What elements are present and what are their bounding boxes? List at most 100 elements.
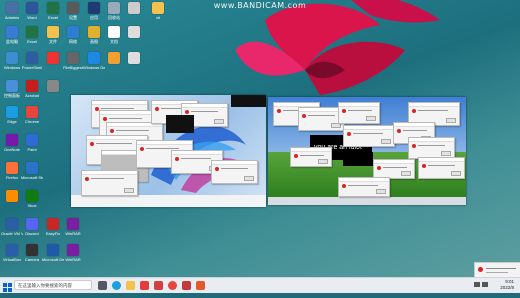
desktop-icon[interactable] [4,190,20,203]
volume-icon[interactable] [474,282,480,287]
app-icon [128,2,140,14]
desktop-icon[interactable]: Chrome [24,106,40,124]
store-icon[interactable] [140,281,149,290]
desktop-icon[interactable]: Microsoft Defender [42,244,64,262]
black-popup[interactable] [231,95,266,107]
desktop-icon-label: Chrome [24,119,40,124]
network-icon[interactable] [482,282,488,287]
app-icon[interactable] [196,281,205,290]
desktop-icon-label: OneNote [3,147,20,152]
desktop-icon-label: Oracle VM VirtualBox [1,231,23,236]
desktop-icon[interactable] [45,80,61,93]
desktop-icon-label: EasyFix [45,231,61,236]
desktop-icon[interactable]: Windows [4,52,20,70]
desktop-icon[interactable]: PowerShell [21,52,43,70]
desktop-icon-label: Xbox [27,203,37,208]
desktop-icon[interactable] [106,52,122,65]
app-icon [26,190,38,202]
desktop-icon-label: PowerShell [21,65,43,70]
desktop-icon[interactable]: xit [150,2,166,20]
desktop-icon[interactable]: Xbox [24,190,40,208]
desktop-icon[interactable]: 控制面板 [4,80,20,98]
desktop-icon[interactable]: VirtualBox [2,244,22,262]
taskbar-search-input[interactable]: 在这里输入你要搜索的内容 [14,280,92,290]
error-dialog[interactable] [211,160,258,184]
desktop-icon[interactable] [126,26,142,39]
desktop-icon[interactable]: Excel [45,2,61,20]
desktop-icon[interactable]: OneNote [4,134,20,152]
desktop-icon[interactable]: Acrobat [24,80,40,98]
desktop-icon[interactable]: WinRAR [65,244,81,262]
task-view-icon[interactable] [98,281,107,290]
app-icon [26,106,38,118]
desktop-icon[interactable]: 画图 [86,26,102,44]
error-dialog[interactable] [343,125,395,147]
right-vm-window[interactable]: you are an idiot [268,97,466,205]
desktop-icon-label: Discord [25,231,39,236]
error-dialog[interactable] [338,102,380,124]
desktop-icon[interactable]: 文档 [106,26,122,44]
desktop-icon-label: WinRAR [65,231,81,236]
notification-toast[interactable] [474,262,520,277]
error-dialog[interactable] [418,157,465,179]
desktop-icon-label: 控制面板 [4,93,20,98]
app-icon [128,52,140,64]
mail-icon[interactable] [154,281,163,290]
app-icon [67,26,79,38]
desktop-icon[interactable]: Microsoft Store [21,162,43,180]
desktop-icon-label: WinRAR [65,257,81,262]
app-icon [6,218,18,230]
desktop-icon[interactable]: FileBiggest [63,52,83,70]
error-dialog[interactable] [81,170,138,196]
error-dialog[interactable] [338,177,390,197]
app-icon [26,244,38,256]
desktop-icon-label: Windows Defender [83,65,105,70]
app-icon [6,26,18,38]
desktop-icon[interactable] [126,52,142,65]
app-icon [47,218,59,230]
desktop-icon-label: Microsoft Defender [42,257,64,262]
start-button[interactable] [2,280,13,292]
error-dialog[interactable] [290,147,332,167]
desktop-icon[interactable] [126,2,142,15]
desktop-icon[interactable]: Word [24,2,40,20]
black-popup[interactable] [343,152,373,166]
desktop-icon[interactable]: Camera [24,244,40,262]
error-dialog[interactable] [373,159,415,179]
desktop-icon[interactable]: EasyFix [45,218,61,236]
black-popup[interactable] [166,115,194,133]
app-icon [6,80,18,92]
desktop-icon[interactable] [45,52,61,65]
edge-icon[interactable] [112,281,121,290]
desktop-icon-label: VirtualBox [2,257,22,262]
desktop-icon[interactable]: Excel [24,26,40,44]
desktop-icon[interactable]: Windows Defender [83,52,105,70]
app-icon [47,80,59,92]
left-vm-window[interactable] [71,95,266,207]
chrome-icon[interactable] [168,281,177,290]
desktop-icon[interactable]: 文件 [45,26,61,44]
desktop-icon[interactable]: Firefox [4,162,20,180]
desktop-icon[interactable]: 应用 [86,2,102,20]
clock-date[interactable]: 2022/8 [500,285,514,290]
error-dialog[interactable] [408,137,455,159]
desktop-icon[interactable]: Discord [24,218,40,236]
desktop-icon[interactable]: 网络 [65,26,81,44]
app-icon [6,134,18,146]
clock-time[interactable]: 9:01 [505,279,514,284]
desktop-icon[interactable]: Paint [24,134,40,152]
desktop-icon-label: Paint [27,147,37,152]
desktop-icon-label: xit [156,15,160,20]
desktop-icon[interactable]: 设置 [65,2,81,20]
app-icon [26,134,38,146]
search-placeholder: 在这里输入你要搜索的内容 [18,283,72,288]
desktop-icon[interactable]: 回收站 [106,2,122,20]
app-icon[interactable] [182,281,191,290]
desktop-icon[interactable]: Adminis [4,2,20,20]
desktop-icon[interactable]: Oracle VM VirtualBox [1,218,23,236]
desktop-icon[interactable]: 此电脑 [4,26,20,44]
file-explorer-icon[interactable] [126,281,135,290]
desktop-icon[interactable]: WinRAR [65,218,81,236]
app-icon [47,244,59,256]
desktop-icon[interactable]: Edge [4,106,20,124]
